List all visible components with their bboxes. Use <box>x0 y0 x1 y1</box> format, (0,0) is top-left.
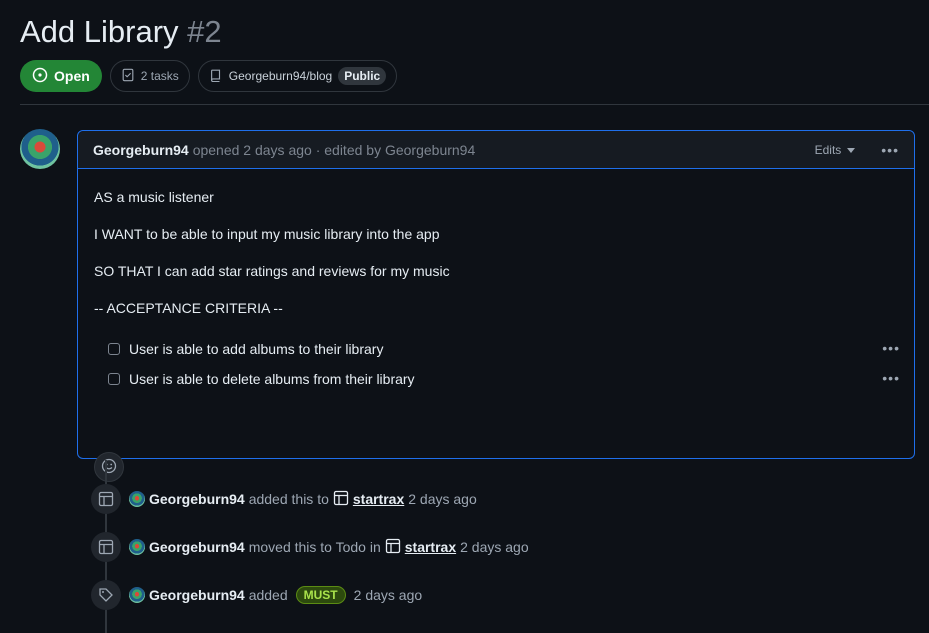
table-icon <box>333 490 349 509</box>
repo-pill[interactable]: Georgeburn94/blog Public <box>197 60 398 92</box>
comment-line: I WANT to be able to input my music libr… <box>94 226 440 242</box>
page-title: Add Library #2 <box>20 14 222 50</box>
comment-meta: opened 2 days ago · edited by Georgeburn… <box>192 141 476 158</box>
comment-header: Georgeburn94 opened 2 days ago · edited … <box>78 131 914 169</box>
header-divider <box>20 104 929 105</box>
state-label: Open <box>54 68 90 84</box>
issue-comment: Georgeburn94 opened 2 days ago · edited … <box>77 130 915 482</box>
event-author[interactable]: Georgeburn94 <box>149 491 245 507</box>
avatar[interactable] <box>129 491 145 507</box>
comment-line: -- ACCEPTANCE CRITERIA -- <box>94 300 283 316</box>
tag-icon <box>91 580 121 610</box>
event-action: added this to <box>248 491 329 507</box>
checklist-icon <box>121 68 135 85</box>
task-label: User is able to add albums to their libr… <box>129 341 384 357</box>
issue-opened-icon <box>32 67 48 86</box>
tasks-count: 2 tasks <box>140 69 179 83</box>
state-badge: Open <box>20 60 102 92</box>
edits-label: Edits <box>814 142 842 157</box>
task-menu-kebab-icon[interactable]: ••• <box>882 370 900 386</box>
task-checkbox[interactable] <box>108 373 120 385</box>
comment-menu-kebab-icon[interactable]: ••• <box>881 142 899 158</box>
comment-line: SO THAT I can add star ratings and revie… <box>94 263 450 279</box>
event-author[interactable]: Georgeburn94 <box>149 587 245 603</box>
event-action: added <box>248 587 288 603</box>
timeline-event: Georgeburn94 added this to startrax 2 da… <box>91 484 481 514</box>
task-item: User is able to delete albums from their… <box>108 371 415 387</box>
label-badge[interactable]: MUST <box>295 586 346 604</box>
project-link[interactable]: startrax <box>353 491 404 507</box>
timeline-event: Georgeburn94 added MUST 2 days ago <box>91 580 426 610</box>
add-reaction-button[interactable] <box>94 452 124 482</box>
issue-meta-row: Open 2 tasks Georgeburn94/blog Public <box>20 60 398 92</box>
event-time: 2 days ago <box>408 491 477 507</box>
task-checkbox[interactable] <box>108 343 120 355</box>
repo-icon <box>209 68 223 85</box>
task-label: User is able to delete albums from their… <box>129 371 415 387</box>
comment-line: AS a music listener <box>94 189 214 205</box>
edits-dropdown[interactable]: Edits <box>815 143 856 157</box>
tasks-pill[interactable]: 2 tasks <box>109 60 190 92</box>
table-icon <box>91 532 121 562</box>
caret-down-icon <box>847 143 856 157</box>
comment-author[interactable]: Georgeburn94 <box>93 142 189 158</box>
smiley-icon <box>101 458 117 477</box>
task-item: User is able to add albums to their libr… <box>108 341 383 357</box>
timeline-event: Georgeburn94 moved this to Todo in start… <box>91 532 533 562</box>
repo-name[interactable]: Georgeburn94/blog <box>229 69 332 83</box>
issue-number: #2 <box>187 14 222 49</box>
task-menu-kebab-icon[interactable]: ••• <box>882 340 900 356</box>
table-icon <box>91 484 121 514</box>
visibility-badge: Public <box>338 67 387 85</box>
avatar[interactable] <box>129 587 145 603</box>
event-time: 2 days ago <box>460 539 529 555</box>
avatar[interactable] <box>129 539 145 555</box>
event-author[interactable]: Georgeburn94 <box>149 539 245 555</box>
issue-title: Add Library <box>20 14 179 49</box>
event-action: moved this to Todo in <box>248 539 381 555</box>
avatar[interactable] <box>20 129 60 169</box>
table-icon <box>385 538 401 557</box>
project-link[interactable]: startrax <box>405 539 456 555</box>
event-time: 2 days ago <box>353 587 423 603</box>
